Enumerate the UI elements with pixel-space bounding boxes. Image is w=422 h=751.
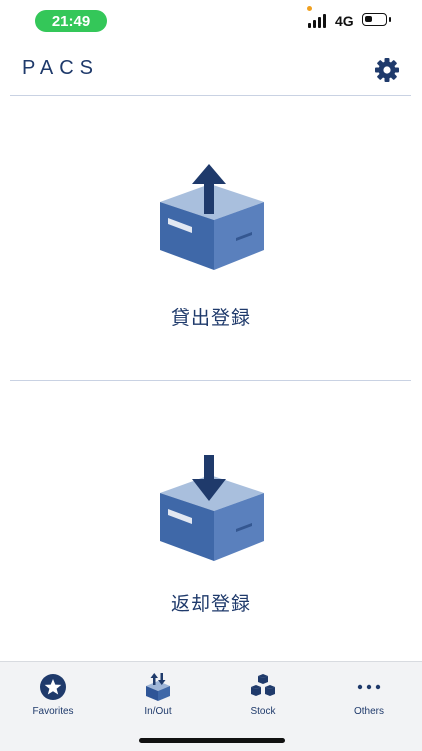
tab-others[interactable]: Others [324,672,414,732]
header-divider [10,95,411,96]
section-divider [10,380,411,381]
battery-level [365,16,372,22]
status-time: 21:49 [35,10,107,32]
tab-in-out[interactable]: In/Out [113,672,203,732]
return-registration-label: 返却登録 [170,594,251,615]
gear-icon[interactable] [372,55,402,85]
privacy-indicator-icon [307,6,312,11]
app-logo: PACS [22,57,99,79]
return-registration-button[interactable]: 返却登録 [0,383,422,658]
home-indicator [139,738,285,743]
tab-others-label: Others [353,706,384,717]
tab-in-out-label: In/Out [144,706,172,717]
app-header: PACS [0,45,422,95]
star-icon [40,674,66,700]
tab-favorites[interactable]: Favorites [8,672,98,732]
stock-boxes-icon [251,674,275,696]
more-dots-icon [357,684,381,690]
status-bar: 21:49 4G [0,0,422,40]
box-arrow-down-icon [160,455,264,561]
lend-registration-label: 貸出登録 [170,308,251,329]
tab-stock[interactable]: Stock [218,672,308,732]
tab-favorites-label: Favorites [32,706,74,717]
tab-stock-label: Stock [250,706,276,717]
in-out-icon [146,673,170,701]
box-arrow-up-icon [160,164,264,270]
network-type: 4G [335,13,354,29]
battery-nub [389,17,391,22]
lend-registration-button[interactable]: 貸出登録 [0,100,422,378]
cellular-signal-icon [308,14,326,28]
